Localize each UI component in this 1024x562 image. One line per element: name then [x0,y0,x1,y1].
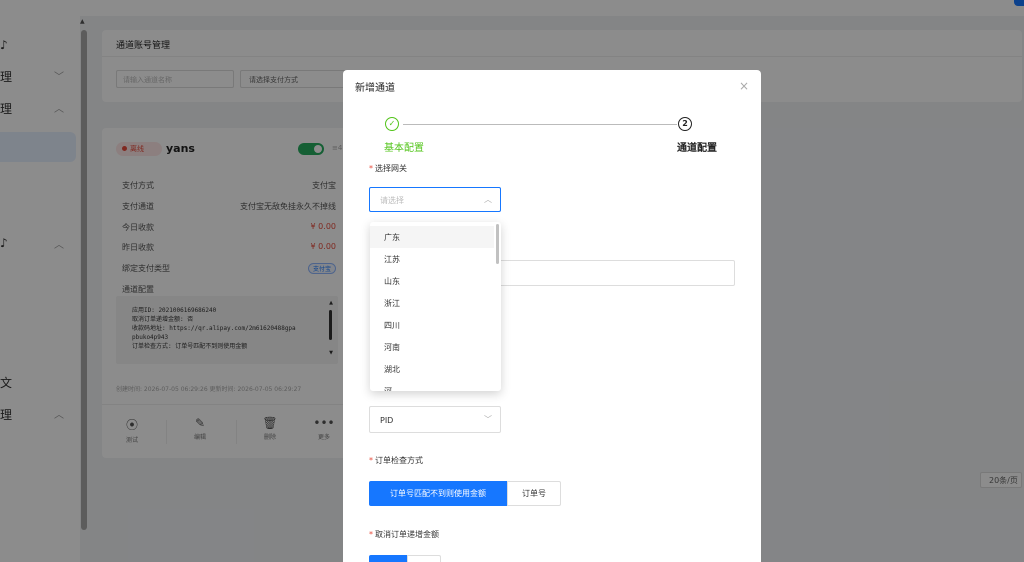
gateway-label: * 选择网关 [369,163,407,174]
cancel-increase-option-no[interactable] [407,555,441,562]
check-by-order-button[interactable]: 订单号 [507,481,561,506]
dropdown-option[interactable]: 河南 [370,336,494,358]
check-method-label-text: 订单检查方式 [375,456,423,465]
dropdown-option[interactable]: 河 [370,380,494,391]
step-channel-config: 通道配置 [677,143,717,154]
pid-select[interactable]: PID ﹀ [369,406,501,433]
check-by-order-or-amount-button[interactable]: 订单号匹配不到则使用金额 [369,481,507,506]
required-mark: * [369,530,373,539]
required-mark: * [369,456,373,465]
step-number-icon: 2 [678,117,692,131]
partially-hidden-input[interactable] [491,260,735,286]
gateway-dropdown: 广东 江苏 山东 浙江 四川 河南 湖北 河 [370,222,501,391]
dropdown-option[interactable]: 山东 [370,270,494,292]
dropdown-option[interactable]: 广东 [370,226,494,248]
gateway-label-text: 选择网关 [375,164,407,173]
cancel-increase-label: * 取消订单递增金额 [369,529,439,540]
chevron-up-icon: ︿ [484,195,492,204]
dropdown-option[interactable]: 湖北 [370,358,494,380]
modal-title: 新增通道 [355,83,395,94]
check-method-label: * 订单检查方式 [369,455,423,466]
chevron-down-icon: ﹀ [484,415,492,424]
cancel-increase-option-yes[interactable] [369,555,407,562]
dropdown-option[interactable]: 浙江 [370,292,494,314]
dropdown-option[interactable]: 四川 [370,314,494,336]
cancel-increase-label-text: 取消订单递增金额 [375,530,439,539]
gateway-select[interactable]: 请选择 ︿ [369,187,501,212]
gateway-placeholder: 请选择 [380,196,404,205]
step-basic-config: 基本配置 [384,143,424,154]
close-icon[interactable]: × [739,79,749,93]
required-mark: * [369,164,373,173]
step-done-check-icon: ✓ [385,117,399,131]
pid-value: PID [380,416,394,425]
dropdown-scrollbar-thumb[interactable] [496,224,499,264]
dropdown-option[interactable]: 江苏 [370,248,494,270]
step-connector [403,124,677,125]
